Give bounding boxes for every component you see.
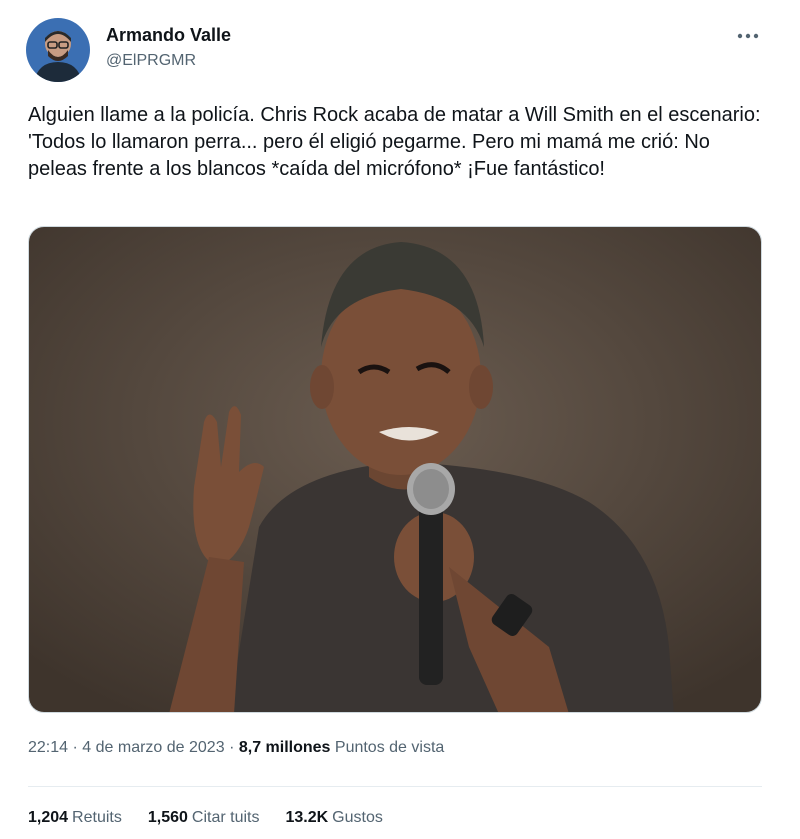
photo-comedian-with-microphone [29, 227, 761, 712]
more-horizontal-icon [737, 33, 759, 39]
author-name[interactable]: Armando Valle [106, 24, 231, 46]
tweet-text: Alguien llame a la policía. Chris Rock a… [28, 104, 761, 180]
more-options-button[interactable] [734, 22, 762, 50]
tweet-card: Armando Valle @ElPRGMR Alguien llame a l… [0, 0, 800, 839]
avatar-image [26, 18, 90, 82]
meta-separator: · [229, 739, 239, 756]
quote-tweets-stat[interactable]: 1,560 Citar tuits [148, 807, 260, 829]
divider [28, 786, 762, 787]
retweets-stat[interactable]: 1,204 Retuits [28, 807, 122, 829]
quotes-label: Citar tuits [191, 809, 260, 826]
tweet-stats: 1,204 Retuits 1,560 Citar tuits 13.2K Gusto… [28, 807, 383, 829]
author-handle[interactable]: @ElPRGMR [106, 50, 231, 72]
tweet-date[interactable]: 4 de marzo de 2023 [82, 739, 224, 756]
avatar[interactable] [26, 18, 90, 82]
likes-count: 13.2K [285, 809, 329, 826]
retweets-label: Retuits [72, 809, 122, 826]
tweet-photo[interactable] [28, 226, 762, 713]
likes-stat[interactable]: 13.2K Gustos [285, 807, 382, 829]
tweet-time[interactable]: 22:14 [28, 739, 68, 756]
likes-label: Gustos [332, 809, 383, 826]
views-label: Puntos de vista [334, 739, 445, 756]
quotes-count: 1,560 [147, 809, 188, 826]
retweets-count: 1,204 [28, 809, 69, 826]
views-count: 8,7 millones [238, 739, 331, 756]
tweet-meta: 22:14 · 4 de marzo de 2023 · 8,7 millone… [28, 737, 444, 759]
meta-separator: · [72, 739, 83, 756]
author-info: Armando Valle @ElPRGMR [106, 24, 231, 72]
